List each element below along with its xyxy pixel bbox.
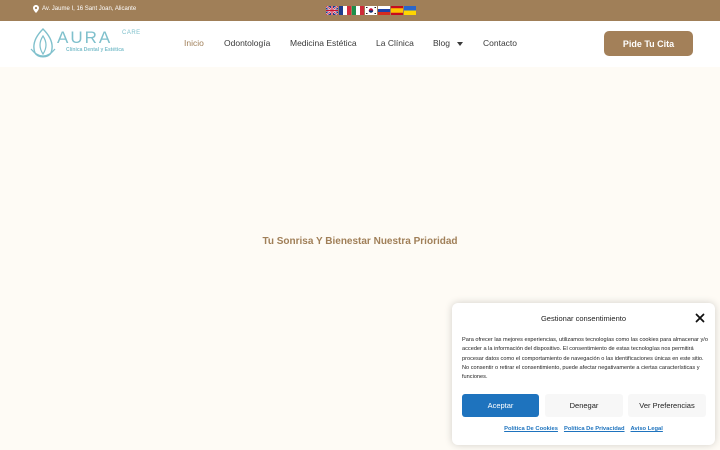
address-text: Av. Jaume I, 16 Sant Joan, Alicante: [42, 6, 137, 12]
close-icon[interactable]: [695, 313, 705, 323]
korean-flag-icon[interactable]: [365, 6, 377, 15]
top-bar: Av. Jaume I, 16 Sant Joan, Alicante: [0, 0, 720, 21]
preferences-button[interactable]: Ver Preferencias: [628, 394, 706, 417]
site-header: AURA CARE Clínica Dental y Estética Inic…: [0, 21, 720, 67]
nav-item-blog-label: Blog: [433, 38, 451, 48]
privacy-policy-link[interactable]: Política De Privacidad: [564, 426, 625, 432]
spanish-flag-icon[interactable]: [391, 6, 403, 15]
nav-item-contacto[interactable]: Contacto: [483, 38, 517, 48]
address: Av. Jaume I, 16 Sant Joan, Alicante: [33, 5, 136, 13]
location-pin-icon: [33, 5, 39, 13]
logo-care: CARE: [122, 30, 141, 36]
nav-item-inicio[interactable]: Inicio: [184, 38, 204, 48]
nav-item-la-clinica[interactable]: La Clínica: [376, 38, 414, 48]
french-flag-icon[interactable]: [339, 6, 351, 15]
site-logo[interactable]: AURA CARE Clínica Dental y Estética: [30, 27, 145, 61]
consent-links: Política De Cookies Política De Privacid…: [452, 426, 715, 432]
deny-button[interactable]: Denegar: [545, 394, 623, 417]
nav-item-blog[interactable]: Blog: [433, 38, 464, 48]
nav-item-medicina-estetica[interactable]: Medicina Estética: [290, 38, 357, 48]
italian-flag-icon[interactable]: [352, 6, 364, 15]
hero-title: Tu Sonrisa Y Bienestar Nuestra Prioridad: [262, 236, 458, 247]
language-flags: [326, 6, 416, 15]
cookie-policy-link[interactable]: Política De Cookies: [504, 426, 558, 432]
english-flag-icon[interactable]: [326, 6, 338, 15]
legal-notice-link[interactable]: Aviso Legal: [631, 426, 663, 432]
nav-item-odontologia[interactable]: Odontología: [224, 38, 270, 48]
chevron-down-icon: [457, 41, 464, 46]
consent-body: Para ofrecer las mejores experiencias, u…: [462, 337, 708, 381]
russian-flag-icon[interactable]: [378, 6, 390, 15]
accept-button[interactable]: Aceptar: [462, 394, 539, 417]
cookie-consent-dialog: Gestionar consentimiento Para ofrecer la…: [452, 303, 715, 445]
lotus-logo-icon: [30, 28, 56, 58]
consent-title: Gestionar consentimiento: [540, 314, 627, 323]
ukrainian-flag-icon[interactable]: [404, 6, 416, 15]
logo-brand: AURA: [57, 28, 113, 47]
book-appointment-button[interactable]: Pide Tu Cita: [604, 31, 693, 56]
logo-subtitle: Clínica Dental y Estética: [66, 47, 124, 53]
